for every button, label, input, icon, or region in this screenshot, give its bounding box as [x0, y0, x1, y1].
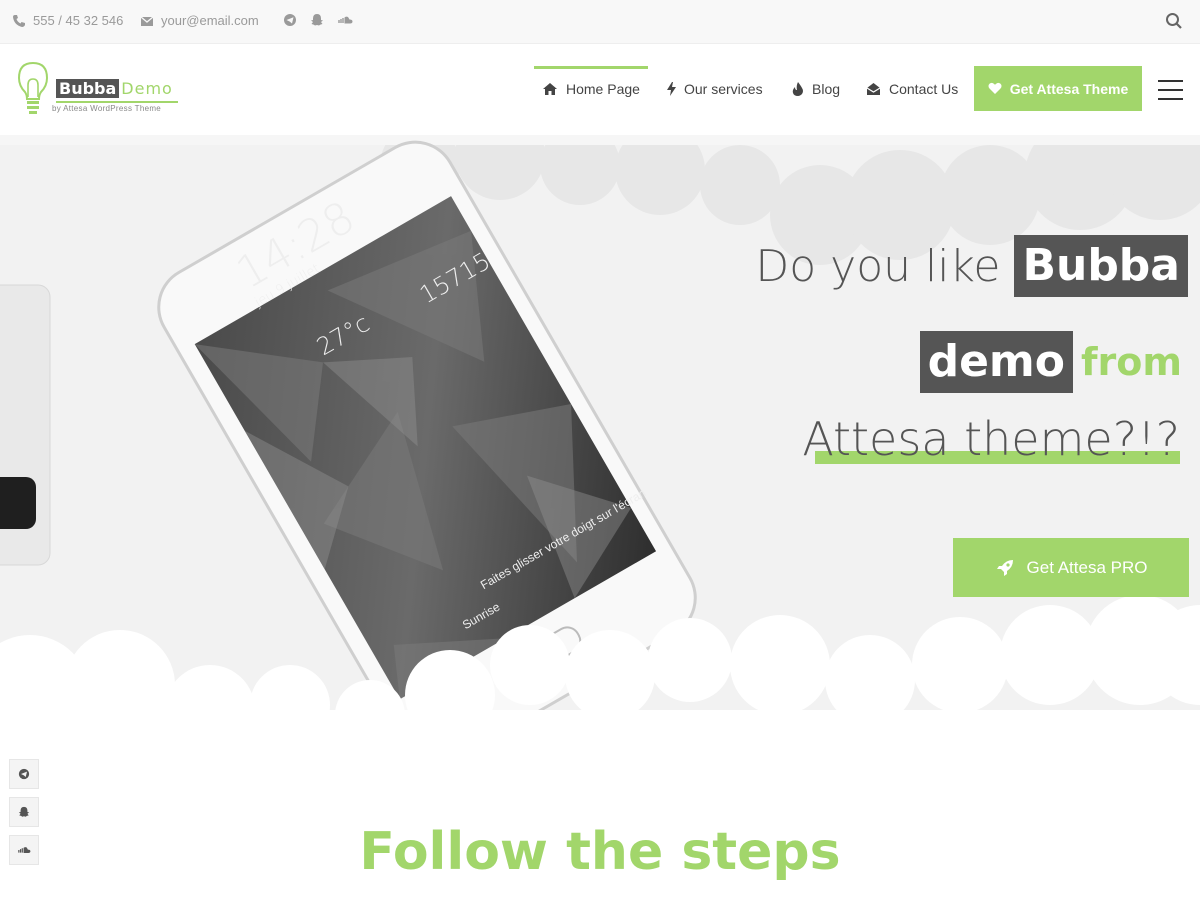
logo-part2: Demo: [121, 79, 173, 98]
section-title: Follow the steps: [359, 822, 841, 882]
nav-contact-us[interactable]: Contact Us: [866, 66, 958, 111]
hero-line2-green: from: [1081, 340, 1182, 384]
bolt-icon: [667, 81, 676, 96]
hamburger-menu-icon[interactable]: [1158, 80, 1183, 100]
hero-section: 14:28 jeu 9 juillet 27°c 15715 Faites gl…: [0, 135, 1200, 735]
phone-icon: [13, 14, 25, 27]
hero-line-1: Do you like Bubba: [755, 235, 1188, 297]
lightbulb-icon: [17, 61, 49, 114]
hero-line2-box: demo: [919, 331, 1074, 393]
nav-home-page[interactable]: Home Page: [534, 66, 648, 111]
telegram-icon: [18, 768, 30, 780]
phone-number: 555 / 45 32 546: [33, 13, 124, 28]
top-bar: 555 / 45 32 546 your@email.com: [0, 0, 1200, 44]
email-info[interactable]: your@email.com: [140, 13, 259, 28]
site-logo[interactable]: Bubba Demo by Attesa WordPress Theme: [16, 61, 186, 117]
snapchat-icon: [18, 806, 30, 817]
search-icon[interactable]: [1165, 12, 1183, 30]
nav-label: Blog: [812, 80, 841, 97]
side-telegram[interactable]: [9, 759, 39, 789]
hero-line1-text: Do you like: [755, 240, 1001, 292]
heart-icon: [988, 82, 1002, 94]
envelope-open-icon: [866, 82, 881, 95]
logo-subtitle: by Attesa WordPress Theme: [52, 104, 162, 113]
logo-text: Bubba Demo: [56, 79, 175, 98]
get-attesa-theme-button[interactable]: Get Attesa Theme: [974, 66, 1142, 111]
pro-button-label: Get Attesa PRO: [1026, 557, 1148, 577]
snapchat-icon[interactable]: [310, 13, 324, 27]
telegram-icon[interactable]: [283, 13, 297, 27]
fire-icon: [792, 81, 803, 96]
logo-underline: [56, 101, 178, 103]
hero-line-2: demo from: [919, 331, 1182, 393]
soundcloud-icon[interactable]: [336, 13, 354, 27]
hero-line-3: Attesa theme?!?: [802, 412, 1180, 466]
top-social: [283, 13, 297, 27]
top-social-2: [310, 13, 324, 27]
home-icon: [543, 82, 557, 95]
nav-label: Home Page: [566, 80, 640, 97]
nav-our-services[interactable]: Our services: [667, 66, 763, 111]
get-attesa-pro-button[interactable]: Get Attesa PRO: [953, 538, 1189, 597]
rocket-icon: [996, 559, 1013, 576]
cta-label: Get Attesa Theme: [1009, 80, 1129, 97]
hero-line1-box: Bubba: [1014, 235, 1188, 297]
email-address: your@email.com: [161, 13, 259, 28]
envelope-icon: [140, 16, 154, 26]
nav-label: Contact Us: [889, 80, 959, 97]
site-header: Bubba Demo by Attesa WordPress Theme Home…: [0, 45, 1200, 135]
logo-part1: Bubba: [56, 79, 120, 98]
nav-label: Our services: [684, 80, 763, 97]
top-social-3: [336, 13, 354, 27]
nav-blog[interactable]: Blog: [792, 66, 840, 111]
phone-info[interactable]: 555 / 45 32 546: [12, 13, 123, 28]
